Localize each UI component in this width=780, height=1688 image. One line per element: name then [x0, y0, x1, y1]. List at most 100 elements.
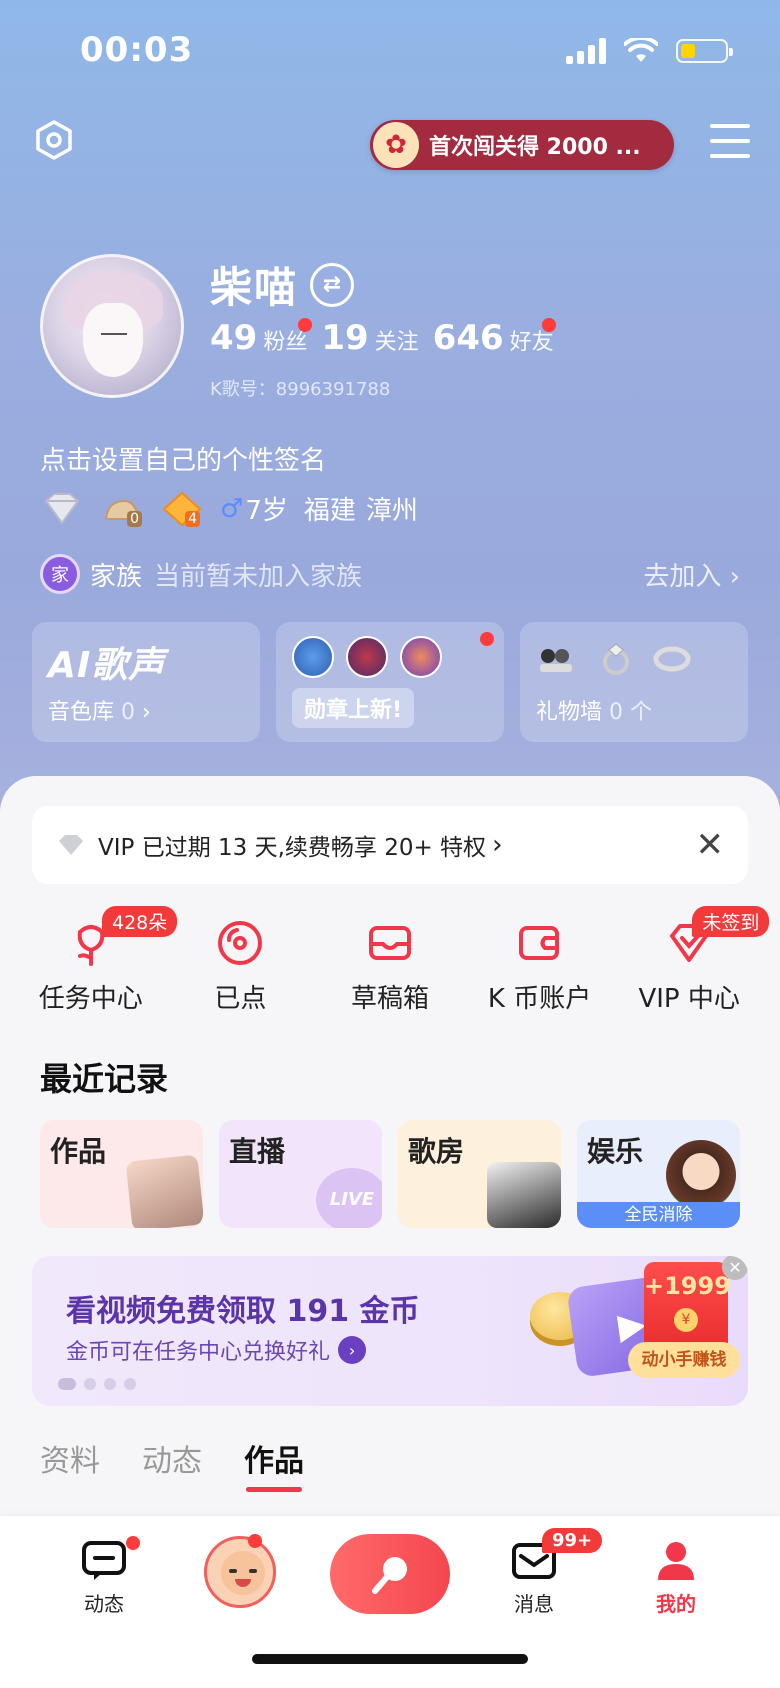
- tab-feed[interactable]: 动态: [142, 1436, 202, 1480]
- k-coin-account-label: K 币账户: [487, 984, 592, 1014]
- nav-feed[interactable]: 动态: [54, 1536, 154, 1617]
- settings-icon[interactable]: [34, 120, 74, 160]
- fans-stat[interactable]: 49 粉丝: [210, 318, 312, 358]
- family-row[interactable]: 家 家族 当前暂未加入家族 去加入 ›: [40, 552, 740, 596]
- friends-stat[interactable]: 646 好友: [432, 318, 556, 358]
- main-sheet: VIP 已过期 13 天,续费畅享 20+ 特权 › ✕ 任务中心 428朵 已…: [0, 776, 780, 1516]
- ad-title: 看视频免费领取 191 金币: [66, 1294, 420, 1329]
- tab-profile-info[interactable]: 资料: [40, 1436, 100, 1480]
- ktv-room-thumbnail: [487, 1162, 561, 1228]
- k-song-id: K歌号：8996391788: [210, 379, 391, 400]
- chevron-right-icon: ›: [142, 700, 151, 725]
- recent-records: 作品 直播 LIVE 歌房 娱乐 全民消除: [40, 1120, 740, 1228]
- inbox-icon: [368, 926, 411, 960]
- live-tv-icon: LIVE: [316, 1168, 382, 1228]
- nav-messages-label: 消息: [514, 1592, 554, 1616]
- chevron-right-icon: ›: [492, 830, 503, 860]
- medals-card[interactable]: 勋章上新!: [276, 622, 504, 742]
- gift-wall-label: 礼物墙: [536, 700, 603, 725]
- new-medal-tag: 勋章上新!: [292, 688, 415, 728]
- signature[interactable]: 点击设置自己的个性签名: [40, 440, 326, 477]
- home-indicator: [252, 1654, 528, 1664]
- rank-badge-icon[interactable]: 4: [160, 491, 204, 527]
- following-label: 关注: [374, 330, 419, 355]
- city: 漳州: [365, 496, 418, 526]
- wallet-icon: [518, 926, 559, 960]
- vip-expired-bar[interactable]: VIP 已过期 13 天,续费畅享 20+ 特权 › ✕: [32, 806, 748, 884]
- gift-wall-link[interactable]: 礼物墙 0 个: [536, 694, 652, 726]
- top-bar: ✿ 首次闯关得 2000 ...: [0, 110, 780, 180]
- family-status: 当前暂未加入家族: [154, 561, 363, 592]
- join-family-link[interactable]: 去加入 ›: [643, 556, 740, 593]
- following-stat[interactable]: 19 关注: [321, 318, 418, 358]
- friends-count: 646: [432, 318, 504, 358]
- earn-money-tag: 动小手赚钱: [628, 1342, 740, 1378]
- chat-icon: [82, 1541, 126, 1580]
- fans-count: 49: [210, 318, 258, 358]
- recent-live-title: 直播: [229, 1135, 286, 1168]
- ad-subtitle-row: 金币可在任务中心兑换好礼 ›: [66, 1334, 367, 1366]
- profile-tabs: 资料 动态 作品: [40, 1436, 304, 1492]
- recent-works-card[interactable]: 作品: [40, 1120, 203, 1228]
- ring-icon: [603, 643, 629, 675]
- tab-works[interactable]: 作品: [244, 1436, 304, 1492]
- menu-icon[interactable]: [710, 124, 750, 158]
- diamond-icon[interactable]: [40, 491, 84, 527]
- recent-entertainment-card[interactable]: 娱乐 全民消除: [577, 1120, 740, 1228]
- drafts-button[interactable]: 草稿箱: [315, 912, 465, 1032]
- avatar[interactable]: [204, 1536, 276, 1608]
- male-icon: ♂: [220, 493, 244, 524]
- vip-center-button[interactable]: VIP 中心 未签到: [614, 906, 770, 1032]
- gift-icon: [540, 649, 572, 672]
- voice-library-link[interactable]: 音色库 0 ›: [48, 694, 151, 726]
- friends-red-dot: [541, 318, 556, 332]
- province: 福建: [303, 496, 356, 526]
- ordered-songs-label: 已点: [214, 984, 267, 1014]
- wifi-icon: [624, 38, 658, 62]
- gift-wall-card[interactable]: 礼物墙 0 个: [520, 622, 748, 742]
- ai-voice-card[interactable]: AI歌声 音色库 0 ›: [32, 622, 260, 742]
- recent-works-title: 作品: [50, 1135, 107, 1168]
- user-name: 柴喵: [210, 263, 299, 312]
- switch-account-icon[interactable]: ⇄: [310, 262, 355, 307]
- recent-entertainment-title: 娱乐: [587, 1135, 644, 1168]
- yuan-coin-icon: ¥: [674, 1308, 698, 1332]
- cellular-signal-icon: [566, 38, 606, 64]
- level-badge-icon[interactable]: 0: [100, 491, 144, 527]
- quick-actions: 任务中心 428朵 已点 草稿箱 K 币账户 VIP 中心 未签到: [16, 906, 770, 1032]
- microphone-icon: [372, 1557, 407, 1594]
- following-count: 19: [321, 318, 369, 358]
- bracelet-icon: [653, 646, 691, 672]
- coin-ad-banner[interactable]: 看视频免费领取 191 金币 金币可在任务中心兑换好礼 › ▶ +1999 ¥ …: [32, 1256, 748, 1406]
- profile-cards-row: AI歌声 音色库 0 › 勋章上新! 礼物墙 0 个: [32, 622, 748, 742]
- join-family-label: 去加入: [643, 561, 722, 592]
- ordered-songs-button[interactable]: 已点: [166, 912, 316, 1032]
- red-packet-icon: +1999 ¥: [644, 1262, 731, 1352]
- recent-live-card[interactable]: 直播 LIVE: [219, 1120, 382, 1228]
- k-coin-account-button[interactable]: K 币账户: [465, 912, 615, 1032]
- close-icon[interactable]: ✕: [722, 1256, 748, 1280]
- nav-me[interactable]: 我的: [626, 1540, 726, 1617]
- close-icon[interactable]: ✕: [696, 825, 725, 865]
- recent-ktv-room-card[interactable]: 歌房: [398, 1120, 561, 1228]
- medal-icon: [346, 636, 388, 678]
- record-song-button[interactable]: [330, 1534, 450, 1614]
- status-icons: [566, 38, 733, 64]
- level-badge-number: 0: [127, 510, 142, 527]
- promo-banner-button[interactable]: ✿ 首次闯关得 2000 ...: [370, 120, 674, 170]
- task-center-label: 任务中心: [38, 984, 143, 1014]
- medals-red-dot: [480, 632, 494, 646]
- status-bar: 00:03: [0, 0, 780, 100]
- rose-icon: ✿: [373, 122, 419, 168]
- disc-icon: [218, 921, 263, 965]
- vip-expired-text: VIP 已过期 13 天,续费畅享 20+ 特权: [98, 835, 487, 861]
- status-time: 00:03: [80, 30, 194, 70]
- avatar[interactable]: [40, 254, 184, 398]
- messages-badge: 99+: [542, 1528, 603, 1553]
- chevron-right-icon: ›: [729, 561, 740, 592]
- task-center-button[interactable]: 任务中心 428朵: [16, 906, 178, 1032]
- name-row: 柴喵 ⇄: [210, 254, 355, 315]
- battery-icon: [676, 39, 733, 63]
- voice-library-label: 音色库: [48, 700, 115, 725]
- game-caption: 全民消除: [577, 1202, 740, 1228]
